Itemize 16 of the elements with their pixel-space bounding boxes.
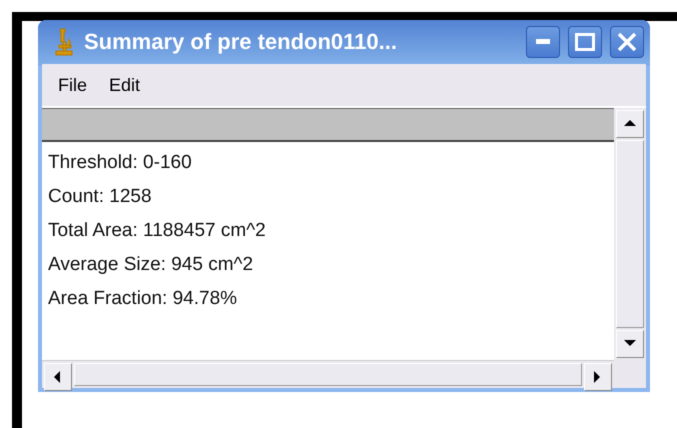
minimize-icon [536, 39, 550, 45]
close-button[interactable] [610, 26, 644, 58]
maximize-button[interactable] [568, 26, 602, 58]
minimize-button[interactable] [526, 26, 560, 58]
vertical-scrollbar[interactable] [614, 108, 646, 360]
menu-item[interactable]: File [58, 74, 88, 96]
window-title: Summary of pre tendon0110... [84, 29, 398, 55]
result-line: Count: 1258 [48, 185, 153, 209]
result-line: Total Area: 1188457 cm^2 [48, 219, 267, 243]
close-icon [617, 32, 637, 52]
horizontal-scrollbar[interactable] [42, 360, 614, 388]
result-line: Threshold: 0-160 [48, 151, 193, 175]
maximize-icon [575, 33, 595, 51]
menu-item[interactable]: Edit [109, 74, 140, 96]
result-line: Area Fraction: 94.78% [48, 287, 238, 311]
result-line: Average Size: 945 cm^2 [48, 253, 254, 277]
